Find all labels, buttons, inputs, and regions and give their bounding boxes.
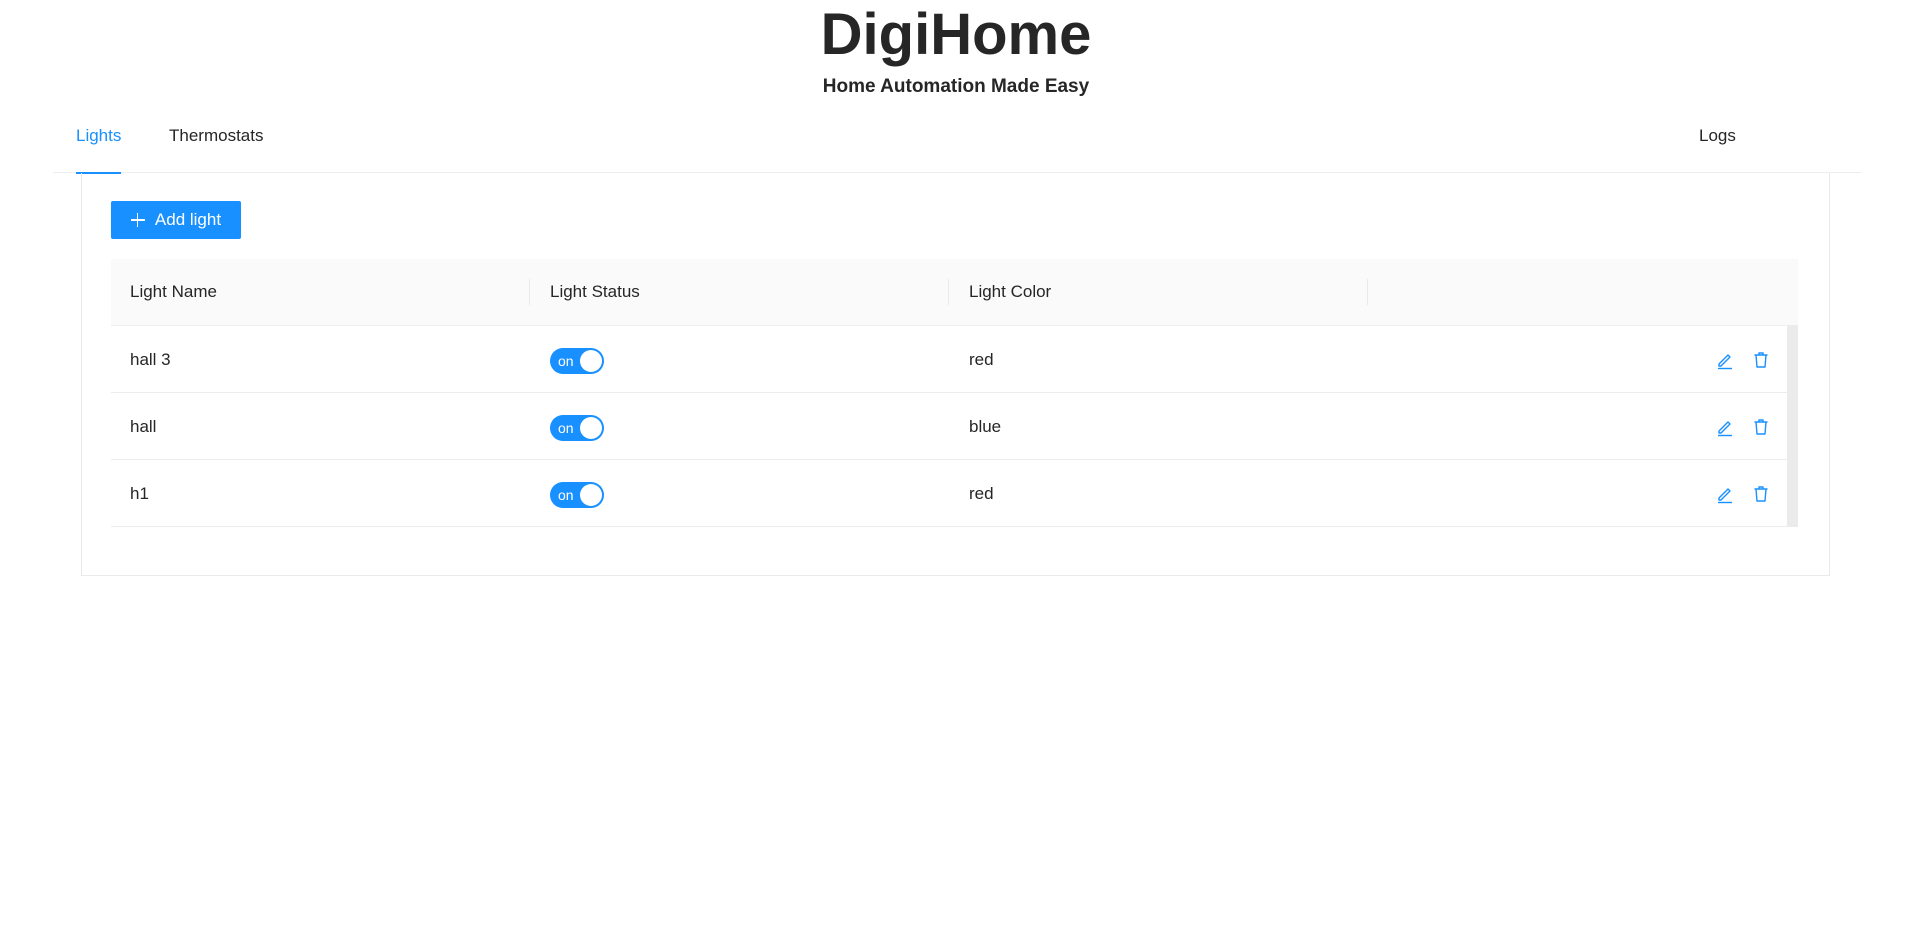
toggle-knob xyxy=(580,350,602,372)
delete-icon[interactable] xyxy=(1751,350,1771,370)
table-scrollbar[interactable] xyxy=(1787,325,1798,527)
toggle-knob xyxy=(580,417,602,439)
tab-thermostats[interactable]: Thermostats xyxy=(169,108,263,172)
delete-icon[interactable] xyxy=(1751,484,1771,504)
add-light-label: Add light xyxy=(154,210,222,229)
app-title: DigiHome xyxy=(820,2,1092,67)
app-subtitle: Home Automation Made Easy xyxy=(822,76,1090,97)
light-status-toggle[interactable]: on xyxy=(550,482,604,508)
light-color: blue xyxy=(969,417,1002,436)
edit-icon[interactable] xyxy=(1715,484,1735,504)
toggle-label: on xyxy=(558,420,574,436)
add-light-button[interactable]: Add light xyxy=(111,201,241,239)
tab-bar: Lights Thermostats Logs xyxy=(53,108,1861,174)
light-name: hall xyxy=(130,417,157,436)
light-status-toggle[interactable]: on xyxy=(550,348,604,374)
table-row: hall 3 on red xyxy=(111,326,1798,393)
light-name: h1 xyxy=(130,484,149,503)
edit-icon[interactable] xyxy=(1715,417,1735,437)
delete-icon[interactable] xyxy=(1751,417,1771,437)
table-header: Light Name Light Status Light Color xyxy=(111,259,1798,326)
light-color: red xyxy=(969,350,994,369)
light-name: hall 3 xyxy=(130,350,171,369)
toggle-label: on xyxy=(558,487,574,503)
light-color: red xyxy=(969,484,994,503)
tab-lights[interactable]: Lights xyxy=(76,108,122,174)
column-header-light-status: Light Status xyxy=(550,282,640,301)
column-divider xyxy=(529,279,530,305)
app-header: DigiHome Home Automation Made Easy xyxy=(0,0,1912,99)
toggle-knob xyxy=(580,484,602,506)
table-row: h1 on red xyxy=(111,460,1798,527)
column-divider xyxy=(948,279,949,305)
table-row: hall on blue xyxy=(111,393,1798,460)
tab-logs[interactable]: Logs xyxy=(1699,108,1736,172)
column-header-light-color: Light Color xyxy=(969,282,1052,301)
plus-icon xyxy=(130,213,145,227)
edit-icon[interactable] xyxy=(1715,350,1735,370)
lights-table: Light Name Light Status Light Color hall… xyxy=(111,259,1798,527)
column-divider xyxy=(1367,279,1368,305)
light-status-toggle[interactable]: on xyxy=(550,415,604,441)
column-header-light-name: Light Name xyxy=(130,282,217,301)
table-body: hall 3 on red hall on blue h1 on red xyxy=(111,326,1798,527)
toggle-label: on xyxy=(558,353,574,369)
